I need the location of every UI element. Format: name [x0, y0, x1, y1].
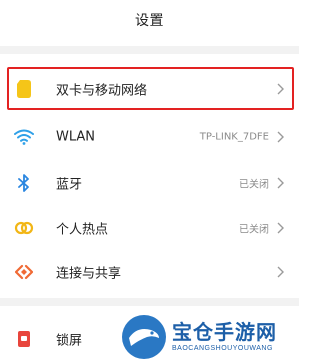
settings-item-wlan[interactable]: WLAN TP-LINK_7DFE — [0, 113, 299, 161]
settings-item-label: 连接与共享 — [56, 266, 122, 282]
settings-item-label: 个人热点 — [56, 222, 109, 238]
connection-share-icon — [14, 262, 34, 282]
chevron-right-icon — [275, 82, 285, 96]
hotspot-icon — [14, 218, 34, 238]
chevron-right-icon — [275, 176, 285, 190]
watermark-logo-icon — [122, 315, 166, 359]
page-title: 设置 — [135, 13, 164, 29]
settings-screen: 设置 双卡与移动网络 WLAN TP-LINK_7DFE 蓝牙 已关闭 个人热点… — [0, 0, 299, 360]
settings-item-label: 蓝牙 — [56, 177, 83, 193]
bluetooth-icon — [14, 173, 34, 193]
site-watermark: 宝仓手游网 BAOCANGSHOUYOUWANG — [118, 314, 299, 360]
hotspot-status: 已关闭 — [239, 224, 269, 236]
lock-screen-icon — [14, 329, 34, 349]
page-header: 设置 — [0, 0, 299, 40]
watermark-text: 宝仓手游网 BAOCANGSHOUYOUWANG — [172, 320, 277, 354]
wifi-icon — [14, 127, 34, 147]
watermark-sub-text: BAOCANGSHOUYOUWANG — [172, 345, 273, 352]
settings-item-label: 双卡与移动网络 — [56, 83, 148, 99]
wlan-network-name: TP-LINK_7DFE — [199, 131, 269, 143]
settings-item-label: WLAN — [56, 129, 96, 145]
watermark-main-text: 宝仓手游网 — [172, 320, 277, 344]
chevron-right-icon — [275, 221, 285, 235]
settings-item-bluetooth[interactable]: 蓝牙 已关闭 — [0, 159, 299, 207]
settings-item-sim-network[interactable]: 双卡与移动网络 — [0, 65, 299, 113]
chevron-right-icon — [275, 130, 285, 144]
section-divider — [0, 298, 299, 306]
bluetooth-status: 已关闭 — [239, 179, 269, 191]
chevron-right-icon — [275, 265, 285, 279]
section-divider — [0, 46, 299, 54]
settings-item-connection-sharing[interactable]: 连接与共享 — [0, 248, 299, 296]
settings-item-label: 锁屏 — [56, 333, 83, 349]
sim-card-icon — [14, 79, 34, 99]
settings-item-hotspot[interactable]: 个人热点 已关闭 — [0, 204, 299, 252]
